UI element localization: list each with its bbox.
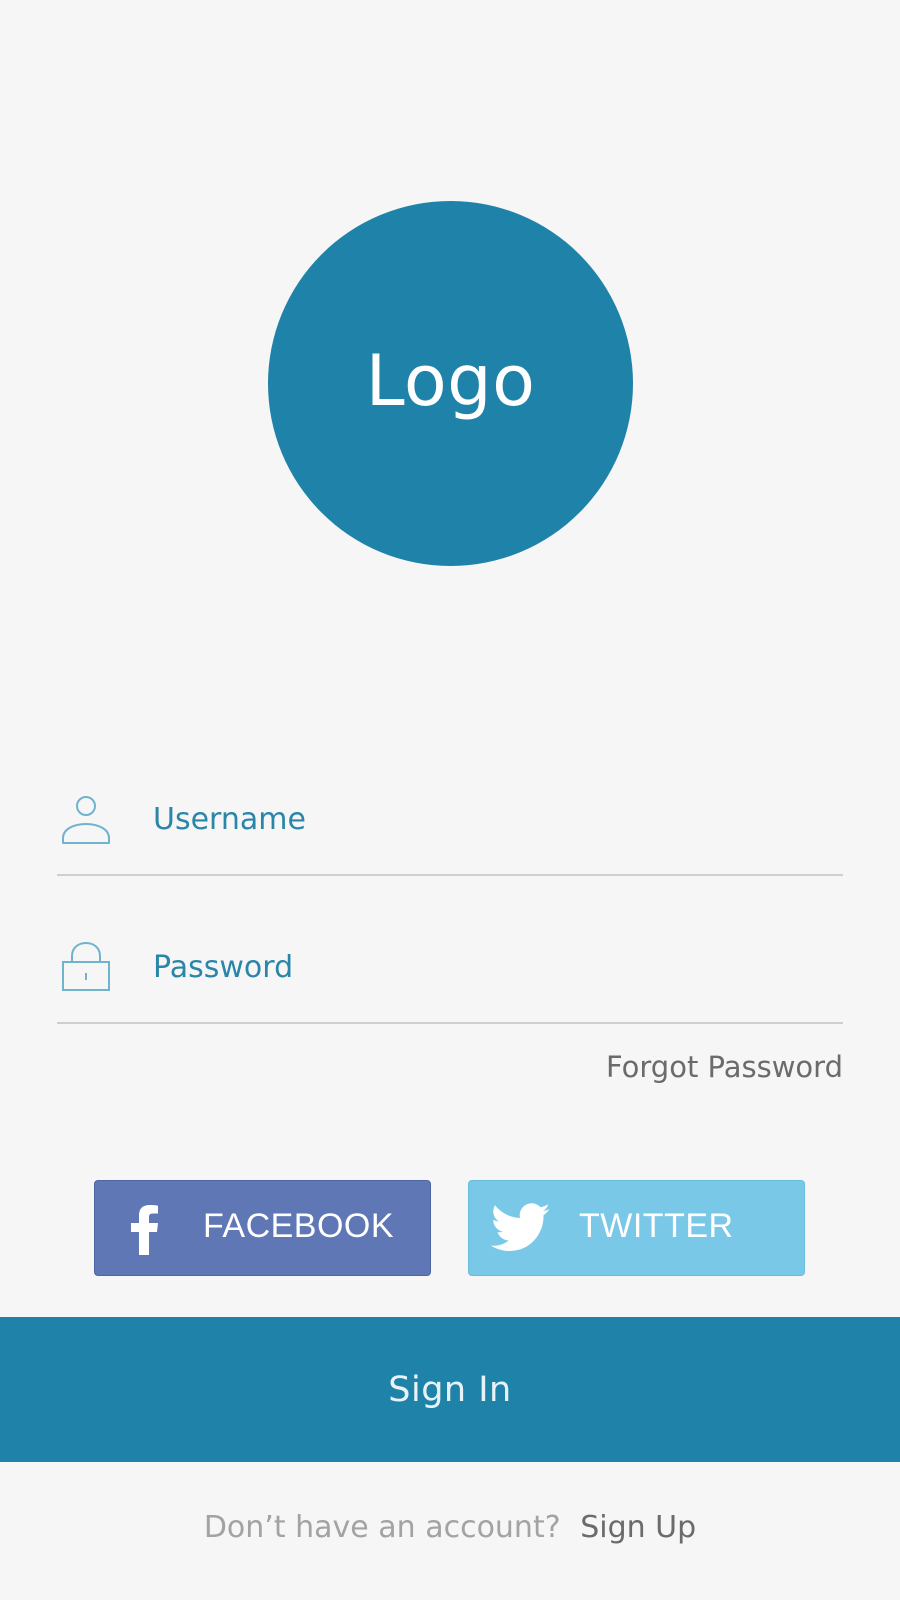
username-input[interactable] [153,796,823,842]
facebook-icon [125,1203,165,1257]
facebook-label: FACEBOOK [203,1207,395,1245]
logo: Logo [268,201,633,566]
password-input[interactable] [153,944,823,990]
sign-in-button[interactable]: Sign In [0,1317,900,1462]
password-field[interactable] [57,941,843,1024]
twitter-icon [491,1203,551,1253]
sign-in-label: Sign In [388,1369,512,1410]
twitter-button[interactable]: TWITTER [468,1180,805,1276]
twitter-label: TWITTER [579,1207,734,1245]
forgot-password-link[interactable]: Forgot Password [606,1050,843,1084]
signup-row: Don’t have an account? Sign Up [0,1510,900,1545]
username-field[interactable] [57,794,843,876]
user-icon [60,794,112,846]
facebook-button[interactable]: FACEBOOK [94,1180,431,1276]
signup-prompt: Don’t have an account? [203,1510,561,1545]
logo-text: Logo [365,340,536,422]
sign-up-link[interactable]: Sign Up [580,1510,696,1545]
lock-icon [60,938,112,991]
